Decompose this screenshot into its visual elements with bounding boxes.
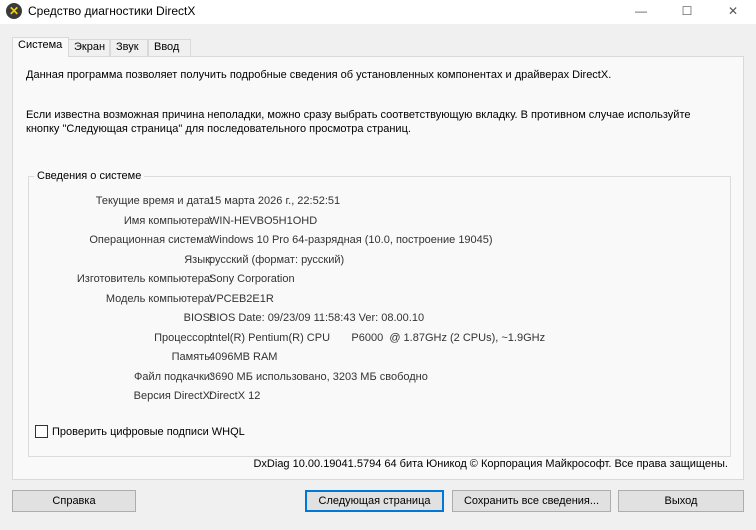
system-panel: Данная программа позволяет получить подр… [12, 56, 744, 480]
checkbox-box[interactable] [35, 425, 48, 438]
info-row: Версия DirectX: DirectX 12 [29, 390, 729, 406]
info-label: Процессор: [154, 331, 213, 344]
whql-checkbox[interactable]: Проверить цифровые подписи WHQL [35, 425, 245, 438]
close-button[interactable]: ✕ [710, 0, 756, 24]
save-all-button[interactable]: Сохранить все сведения... [452, 490, 611, 512]
tab-system[interactable]: Система [12, 37, 69, 57]
window-title: Средство диагностики DirectX [28, 4, 196, 18]
exit-button[interactable]: Выход [618, 490, 744, 512]
info-label: Изготовитель компьютера: [76, 273, 213, 285]
info-row: Операционная система: Windows 10 Pro 64-р… [29, 234, 729, 250]
info-label: Файл подкачки: [133, 370, 213, 383]
tab-input[interactable]: Ввод [148, 39, 191, 56]
info-value: BIOS Date: 09/23/09 11:58:43 Ver: 08.00.… [209, 312, 425, 324]
info-label: Модель компьютера: [105, 292, 213, 305]
info-value: 15 марта 2026 г., 22:52:51 [209, 195, 341, 207]
version-footer: DxDiag 10.00.19041.5794 64 бита Юникод ©… [253, 458, 728, 470]
system-info-group: Сведения о системе Текущие время и дата:… [28, 170, 731, 457]
info-value: WIN-HEVBO5H1OHD [209, 214, 318, 227]
tab-sound[interactable]: Звук [110, 39, 148, 56]
info-row: Процессор: Intel(R) Pentium(R) CPU P6000 … [29, 332, 729, 348]
info-label: Память: [171, 351, 213, 363]
info-label: Операционная система: [89, 234, 213, 246]
info-value: русский (формат: русский) [209, 253, 345, 266]
minimize-button[interactable]: — [618, 0, 664, 24]
title-bar: ✕ Средство диагностики DirectX — ☐ ✕ [0, 0, 756, 24]
info-value: 4096MB RAM [209, 351, 278, 363]
info-value: Sony Corporation [209, 273, 295, 285]
info-label: Текущие время и дата: [95, 195, 213, 207]
info-value: VPCEB2E1R [209, 292, 274, 305]
group-title: Сведения о системе [34, 170, 145, 182]
next-page-button[interactable]: Следующая страница [305, 490, 444, 512]
info-row: Имя компьютера: WIN-HEVBO5H1OHD [29, 215, 729, 231]
help-button[interactable]: Справка [12, 490, 136, 512]
info-row: Модель компьютера: VPCEB2E1R [29, 293, 729, 309]
info-row: Файл подкачки: 3690 МБ использовано, 3203… [29, 371, 729, 387]
info-label: Версия DirectX: [133, 390, 213, 402]
info-value: DirectX 12 [209, 390, 261, 402]
info-value: Windows 10 Pro 64-разрядная (10.0, постр… [209, 234, 493, 246]
tab-display[interactable]: Экран [68, 39, 110, 56]
maximize-button[interactable]: ☐ [664, 0, 710, 24]
info-value: 3690 МБ использовано, 3203 МБ свободно [209, 370, 428, 383]
hint-text: Если известна возможная причина неполадк… [26, 109, 691, 135]
info-value: Intel(R) Pentium(R) CPU P6000 @ 1.87GHz … [209, 331, 546, 344]
info-row: Изготовитель компьютера: Sony Corporation [29, 273, 729, 289]
info-label: Имя компьютера: [123, 214, 213, 227]
intro-text: Данная программа позволяет получить подр… [26, 69, 612, 81]
info-row: Память: 4096MB RAM [29, 351, 729, 367]
info-row: BIOS: BIOS Date: 09/23/09 11:58:43 Ver: 0… [29, 312, 729, 328]
info-row: Текущие время и дата: 15 марта 2026 г., 2… [29, 195, 729, 211]
directx-app-icon: ✕ [6, 3, 22, 19]
info-row: Язык: русский (формат: русский) [29, 254, 729, 270]
whql-label: Проверить цифровые подписи WHQL [52, 425, 245, 438]
